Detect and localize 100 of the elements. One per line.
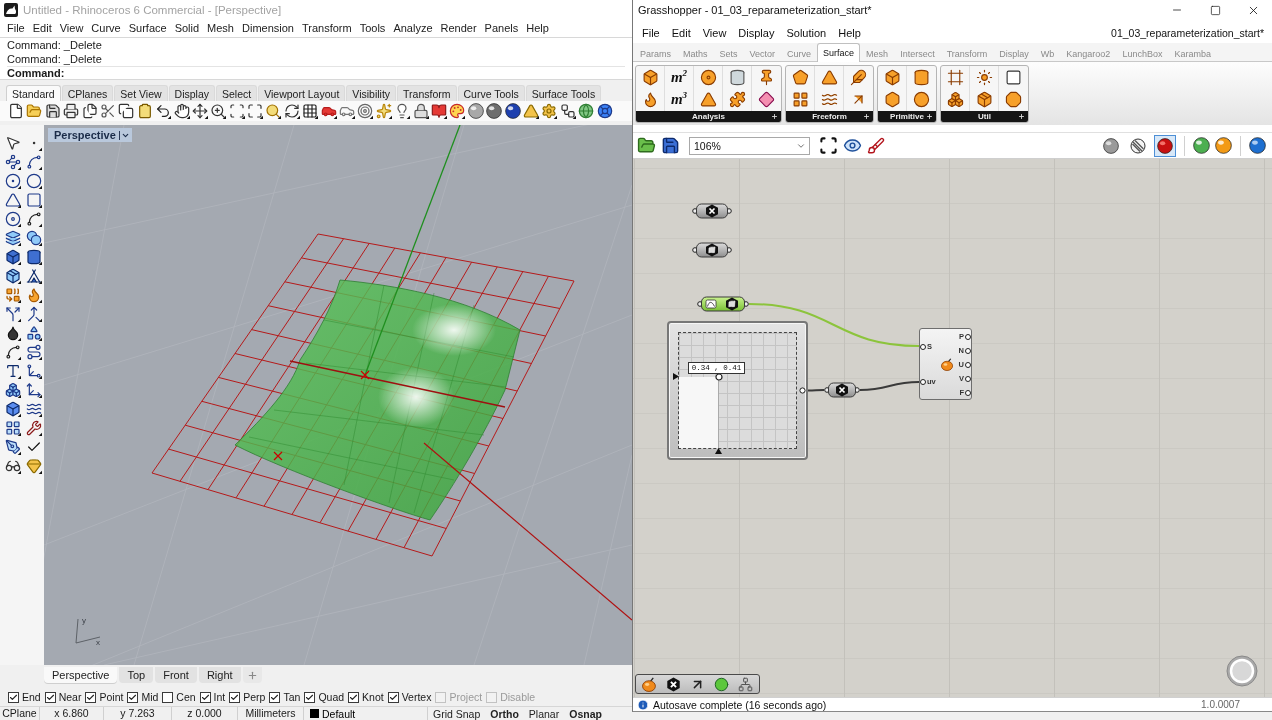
layer-button[interactable]: Default [304, 707, 428, 720]
gem-icon[interactable] [26, 458, 42, 474]
files-icon[interactable] [81, 103, 98, 119]
lifebuoy-icon[interactable] [596, 103, 613, 119]
combine-icon[interactable] [5, 287, 21, 303]
boxes-icon[interactable] [946, 91, 964, 109]
osnap-label[interactable]: Tan [283, 691, 301, 703]
zoom-dropdown[interactable]: 106% [689, 136, 810, 155]
sun-icon[interactable] [975, 68, 993, 86]
status-toggle[interactable]: Ortho [485, 707, 524, 720]
pen-icon[interactable] [5, 439, 21, 455]
puzzle-icon[interactable] [728, 91, 746, 109]
circles-icon[interactable] [26, 230, 42, 246]
package-icon[interactable] [975, 91, 993, 109]
menu-item[interactable]: Solid [170, 22, 204, 34]
merge-icon[interactable] [26, 306, 42, 322]
frame-icon[interactable] [946, 68, 964, 86]
hexagon-x-icon[interactable] [666, 676, 681, 692]
checkbox[interactable] [44, 691, 56, 703]
point-param-node[interactable] [824, 382, 860, 398]
waves-icon[interactable] [26, 401, 42, 417]
cplane-label[interactable]: CPlane [0, 707, 40, 720]
target-icon[interactable] [357, 103, 374, 119]
grid-icon[interactable] [302, 103, 319, 119]
ring-widget-icon[interactable] [1226, 655, 1258, 687]
disc-icon[interactable] [5, 211, 21, 227]
circle-icon[interactable] [714, 676, 729, 692]
viewport-tab[interactable]: Top [119, 667, 154, 683]
menu-item[interactable]: Edit [671, 26, 691, 39]
pointer-icon[interactable] [5, 135, 21, 151]
triangle-icon[interactable] [699, 91, 717, 109]
gear-icon[interactable] [541, 103, 558, 119]
osnap-label[interactable]: Quad [318, 691, 345, 703]
component-tab[interactable]: Surface [817, 43, 861, 62]
boxes-icon[interactable] [5, 382, 21, 398]
toolbar-tab[interactable]: Transform [397, 85, 457, 101]
cylinder-icon[interactable] [728, 68, 746, 86]
sphere-icon[interactable] [504, 103, 521, 119]
menu-item[interactable]: Tools [355, 22, 390, 34]
unit-glyph[interactable]: m$^{2}$ [670, 68, 688, 86]
sphere-icon[interactable] [486, 103, 503, 119]
document-tab[interactable]: 01_03_reparameterization_start* [1111, 26, 1264, 39]
magnifier-icon[interactable] [265, 103, 282, 119]
toolbar-tab[interactable]: Surface Tools [525, 85, 602, 101]
folder-icon[interactable] [26, 103, 43, 119]
osnap-label[interactable]: End [22, 691, 41, 703]
units-label[interactable]: Millimeters [238, 707, 304, 720]
slider-handle-icon[interactable] [714, 372, 723, 381]
drop-icon[interactable] [5, 325, 21, 341]
lock-icon[interactable] [412, 103, 429, 119]
menu-item[interactable]: File [642, 26, 660, 39]
folder-icon[interactable] [637, 136, 656, 155]
triangle-icon[interactable] [5, 192, 21, 208]
curve-icon[interactable] [5, 344, 21, 360]
checkbox[interactable] [162, 691, 174, 703]
checkbox[interactable] [304, 691, 316, 703]
polyline-icon[interactable] [5, 154, 21, 170]
menu-item[interactable]: Panels [480, 22, 523, 34]
viewport-tab[interactable]: Perspective [44, 667, 118, 683]
toolbar-tab[interactable]: CPlanes [61, 85, 114, 101]
menu-item[interactable]: Display [738, 26, 775, 39]
axes-icon[interactable] [26, 382, 42, 398]
grid-icon[interactable] [5, 420, 21, 436]
viewport-tab[interactable]: Front [155, 667, 197, 683]
sphere-icon[interactable] [1215, 137, 1232, 154]
pin-icon[interactable] [758, 68, 775, 86]
wrench-icon[interactable] [26, 420, 42, 436]
toolbar-tab[interactable]: Curve Tools [457, 85, 525, 101]
toolbar-tab[interactable]: Display [168, 85, 215, 101]
zoom-in-icon[interactable] [210, 103, 227, 119]
menu-item[interactable]: View [702, 26, 727, 39]
save-icon[interactable] [661, 136, 680, 155]
toolbar-tab[interactable]: Viewport Layout [258, 85, 346, 101]
axes-icon[interactable] [26, 363, 42, 379]
move-arrows-icon[interactable] [191, 103, 208, 119]
toolbar-tab[interactable]: Standard [6, 85, 61, 101]
menu-item[interactable]: Curve [87, 22, 125, 34]
checkbox[interactable] [348, 691, 360, 703]
cylinder-icon[interactable] [913, 68, 930, 86]
brush-icon[interactable] [867, 136, 885, 155]
layers-icon[interactable] [5, 230, 21, 246]
refresh-icon[interactable] [283, 103, 300, 119]
scan-icon[interactable] [819, 136, 838, 155]
clipboard-icon[interactable] [136, 103, 153, 119]
status-toggle[interactable]: Planar [523, 707, 565, 720]
checkbox[interactable] [199, 691, 211, 703]
menu-item[interactable]: Help [838, 26, 861, 39]
triangle-icon[interactable] [820, 68, 838, 86]
menu-item[interactable]: Dimension [238, 22, 298, 34]
tent-icon[interactable] [26, 268, 42, 284]
surface-param-node[interactable] [692, 242, 732, 258]
flame-icon[interactable] [26, 287, 42, 303]
cube-icon[interactable] [641, 68, 659, 86]
grid-icon[interactable] [791, 91, 809, 109]
menu-item[interactable]: Edit [28, 22, 56, 34]
osnap-label[interactable]: Point [99, 691, 124, 703]
toolbar-tab[interactable]: Set View [114, 85, 168, 101]
copy-icon[interactable] [118, 103, 135, 119]
disc-icon[interactable] [699, 68, 717, 86]
menu-item[interactable]: Analyze [389, 22, 437, 34]
